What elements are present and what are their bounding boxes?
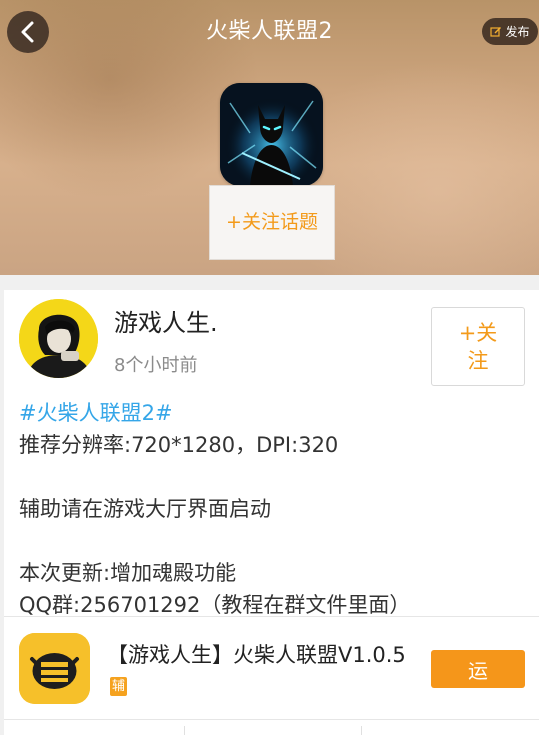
post-line: 推荐分辨率:720*1280，DPI:320 bbox=[19, 433, 339, 457]
post-button[interactable]: 发布 bbox=[482, 18, 538, 45]
avatar[interactable] bbox=[19, 299, 98, 378]
action-separator bbox=[184, 726, 185, 735]
follow-user-button[interactable]: +关注 bbox=[431, 307, 525, 386]
author-name[interactable]: 游戏人生. bbox=[114, 305, 218, 341]
post-time: 8个小时前 bbox=[114, 355, 198, 376]
action-bar bbox=[4, 719, 539, 735]
post-line: 本次更新:增加魂殿功能 bbox=[19, 561, 237, 585]
app-name[interactable]: 【游戏人生】火柴人联盟V1.0.5 辅 bbox=[107, 640, 407, 702]
post-line: 辅助请在游戏大厅界面启动 bbox=[19, 497, 271, 521]
post-button-label: 发布 bbox=[505, 25, 530, 39]
topic-tag-link[interactable]: #火柴人联盟2# bbox=[19, 397, 173, 429]
run-button[interactable]: 运 bbox=[431, 650, 525, 688]
action-separator bbox=[361, 726, 362, 735]
edit-icon bbox=[490, 26, 502, 37]
divider bbox=[4, 616, 539, 617]
post-card: 游戏人生. 8个小时前 +关注 #火柴人联盟2# 推荐分辨率:720*1280，… bbox=[4, 290, 539, 735]
post-body: 推荐分辨率:720*1280，DPI:320 辅助请在游戏大厅界面启动 本次更新… bbox=[19, 429, 529, 621]
topic-header: 火柴人联盟2 发布 +关注话题 bbox=[0, 0, 539, 275]
app-name-text: 【游戏人生】火柴人联盟V1.0.5 bbox=[107, 643, 406, 667]
app-icon[interactable] bbox=[19, 633, 90, 704]
page-title: 火柴人联盟2 bbox=[206, 19, 333, 44]
game-icon bbox=[220, 83, 323, 186]
assist-badge: 辅 bbox=[110, 677, 128, 696]
follow-topic-button[interactable]: +关注话题 bbox=[209, 185, 335, 260]
